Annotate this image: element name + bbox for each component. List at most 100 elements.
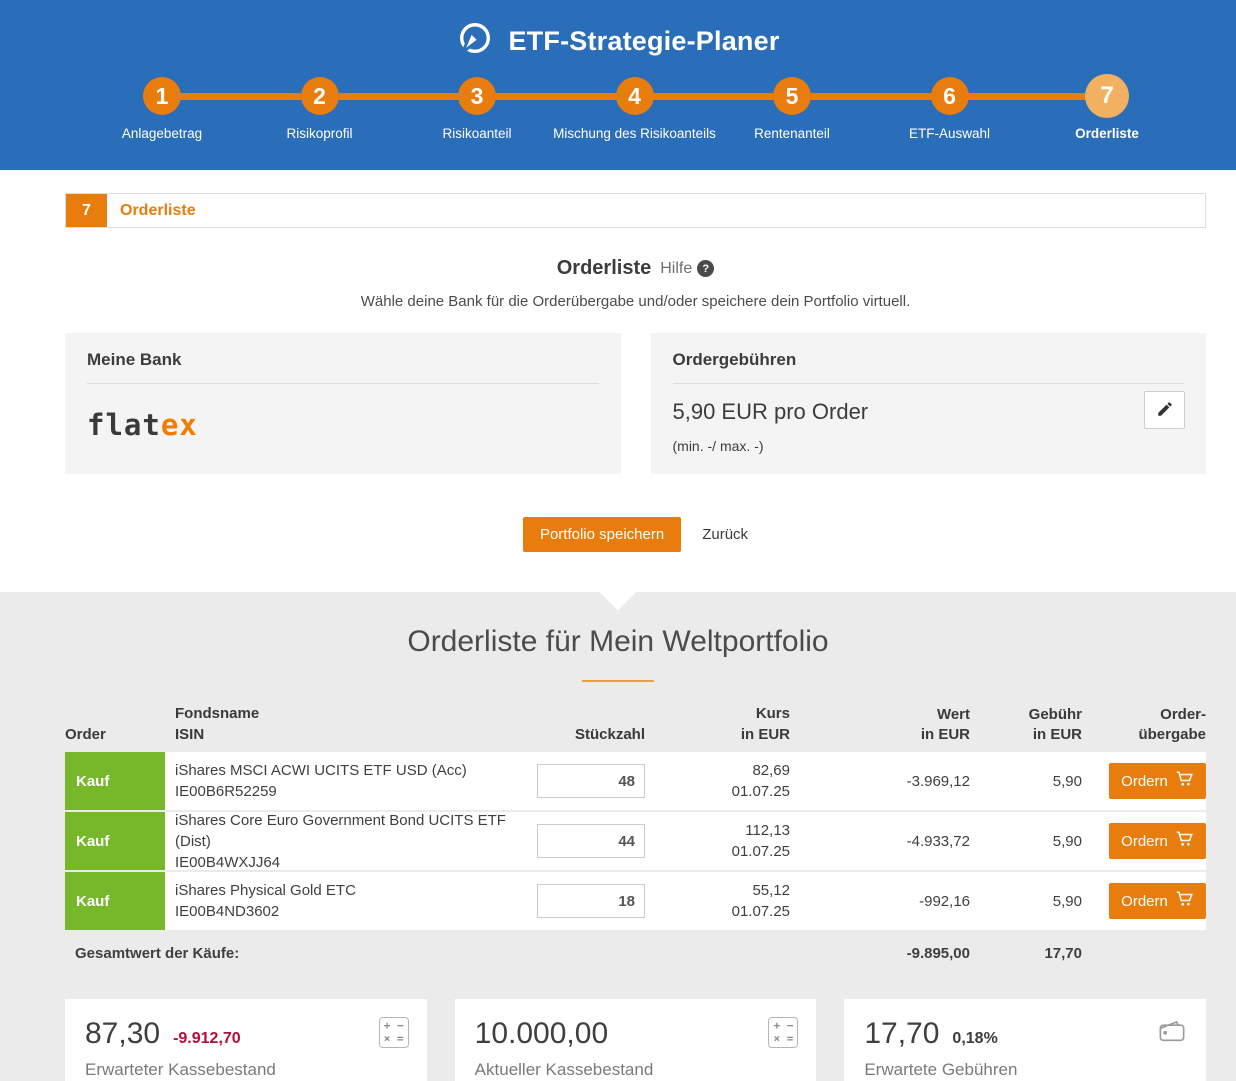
buy-badge: Kauf — [65, 812, 165, 870]
fee: 5,90 — [1052, 892, 1082, 910]
expected-cash-card: 87,30 -9.912,70 Erwarteter Kassebestand … — [65, 999, 427, 1081]
expected-fees-percent: 0,18% — [952, 1030, 998, 1047]
step-label: Rentenanteil — [754, 126, 830, 141]
step-progress-bar: 1 Anlagebetrag 2 Risikoprofil 3 Risikoan… — [0, 74, 1236, 157]
app-header: ETF-Strategie-Planer 1 Anlagebetrag 2 Ri… — [0, 0, 1236, 170]
gauge-logo-icon — [456, 20, 494, 63]
price-date: 01.07.25 — [731, 783, 790, 800]
col-header-wert-1: Wert — [936, 705, 970, 723]
col-header-fund: Fondsname ISIN — [175, 703, 535, 745]
fee: 5,90 — [1052, 832, 1082, 850]
fund-isin: IE00B4ND3602 — [175, 903, 280, 920]
col-header-act-2: übergabe — [1138, 725, 1206, 743]
col-header-wert: Wert in EUR — [790, 705, 970, 746]
calculator-icon: + − × = — [768, 1017, 799, 1049]
order-fees-box: Ordergebühren 5,90 EUR pro Order (min. -… — [650, 333, 1206, 474]
fee-amount: 5,90 EUR pro Order — [672, 399, 869, 424]
step-rentenanteil[interactable]: 5 Rentenanteil — [717, 77, 867, 141]
col-header-isin: ISIN — [175, 726, 205, 743]
table-row: Kauf iShares MSCI ACWI UCITS ETF USD (Ac… — [65, 752, 1206, 810]
wallet-icon — [1156, 1017, 1188, 1050]
orderlist-section: Orderliste für Mein Weltportfolio Order … — [0, 573, 1236, 1081]
fund-name: iShares Core Euro Government Bond UCITS … — [175, 811, 506, 850]
buy-badge: Kauf — [65, 872, 165, 930]
step-circle[interactable]: 7 — [1085, 74, 1129, 118]
expected-fees-value: 17,70 — [864, 1017, 940, 1050]
step-orderliste[interactable]: 7 Orderliste — [1032, 74, 1182, 141]
quantity-input[interactable] — [537, 764, 645, 798]
step-label: Anlagebetrag — [121, 126, 203, 141]
order-button-label: Ordern — [1121, 772, 1168, 790]
current-cash-value: 10.000,00 — [474, 1017, 609, 1050]
fee: 5,90 — [1052, 772, 1082, 790]
order-button[interactable]: Ordern — [1109, 823, 1206, 859]
buy-badge: Kauf — [65, 752, 165, 810]
order-button-label: Ordern — [1121, 892, 1168, 910]
fund-name: iShares Physical Gold ETC — [175, 882, 356, 899]
save-portfolio-button[interactable]: Portfolio speichern — [522, 517, 682, 552]
col-header-fee-2: in EUR — [1032, 725, 1082, 743]
col-header-fee: Gebühr in EUR — [970, 705, 1082, 746]
quantity-input[interactable] — [537, 884, 645, 918]
flatex-logo: flatex — [87, 408, 599, 442]
total-label: Gesamtwert der Käufe: — [75, 945, 240, 962]
section-title: Orderliste — [120, 201, 196, 219]
price: 55,12 — [752, 882, 790, 899]
col-header-fee-1: Gebühr — [1028, 705, 1082, 723]
edit-fee-button[interactable] — [1144, 391, 1185, 429]
fund-isin: IE00B4WXJJ64 — [175, 853, 281, 871]
my-bank-box: Meine Bank flatex — [65, 333, 621, 474]
step-label: Risikoprofil — [286, 126, 353, 141]
current-cash-card: 10.000,00 Aktueller Kassebestand + − × = — [454, 999, 817, 1081]
step-circle[interactable]: 1 — [143, 77, 181, 115]
col-header-kurs-1: Kurs — [755, 705, 790, 722]
help-link[interactable]: Hilfe ? — [660, 259, 715, 278]
table-row: Kauf iShares Core Euro Government Bond U… — [65, 811, 1206, 871]
flatex-logo-orange: ex — [160, 408, 198, 442]
col-header-fondsname: Fondsname — [175, 705, 260, 722]
step-circle[interactable]: 6 — [930, 77, 969, 115]
step-risikoprofil[interactable]: 2 Risikoprofil — [245, 77, 395, 141]
pencil-icon — [1156, 400, 1174, 421]
step-mischung[interactable]: 4 Mischung des Risikoanteils — [553, 77, 716, 141]
total-row: Gesamtwert der Käufe: -9.895,00 17,70 — [65, 932, 1206, 975]
cart-icon — [1176, 770, 1194, 792]
order-button-label: Ordern — [1121, 832, 1168, 850]
value: -992,16 — [919, 892, 970, 910]
col-header-qty: Stückzahl — [574, 725, 645, 743]
order-button[interactable]: Ordern — [1109, 883, 1206, 919]
cart-icon — [1176, 830, 1194, 852]
expected-cash-label: Erwarteter Kassebestand — [85, 1060, 276, 1079]
section-header: 7 Orderliste — [65, 193, 1206, 228]
price: 82,69 — [752, 762, 790, 779]
step-label: Orderliste — [1075, 126, 1139, 141]
step-circle[interactable]: 2 — [300, 77, 339, 115]
quantity-input[interactable] — [537, 824, 645, 858]
step-circle[interactable]: 4 — [615, 77, 654, 115]
table-header-row: Order Fondsname ISIN Stückzahl Kurs in E… — [65, 703, 1206, 752]
step-label: Risikoanteil — [442, 126, 512, 141]
step-etf-auswahl[interactable]: 6 ETF-Auswahl — [875, 77, 1025, 141]
question-mark-icon[interactable]: ? — [697, 260, 715, 277]
price-date: 01.07.25 — [731, 903, 790, 920]
value: -4.933,72 — [906, 832, 970, 850]
step-circle[interactable]: 3 — [458, 77, 496, 115]
fund-name: iShares MSCI ACWI UCITS ETF USD (Acc) — [175, 762, 467, 779]
back-button[interactable]: Zurück — [702, 526, 748, 543]
expected-fees-label: Erwartete Gebühren — [864, 1060, 1018, 1079]
page-subtitle: Wähle deine Bank für die Orderübergabe u… — [360, 293, 911, 310]
col-header-kurs: Kurs in EUR — [645, 703, 790, 745]
expected-fees-card: 17,70 0,18% Erwartete Gebühren — [844, 999, 1207, 1081]
cart-icon — [1176, 890, 1194, 912]
step-circle[interactable]: 5 — [773, 77, 811, 115]
page-title: Orderliste — [556, 257, 652, 279]
value: -3.969,12 — [906, 772, 970, 790]
step-risikoanteil[interactable]: 3 Risikoanteil — [402, 77, 552, 141]
col-header-act-1: Order- — [1160, 705, 1206, 723]
step-anlagebetrag[interactable]: 1 Anlagebetrag — [87, 77, 237, 141]
section-number-badge: 7 — [66, 194, 107, 227]
total-fee: 17,70 — [1044, 945, 1082, 962]
order-button[interactable]: Ordern — [1109, 763, 1206, 799]
help-label: Hilfe — [660, 259, 693, 277]
my-bank-title: Meine Bank — [87, 350, 599, 384]
